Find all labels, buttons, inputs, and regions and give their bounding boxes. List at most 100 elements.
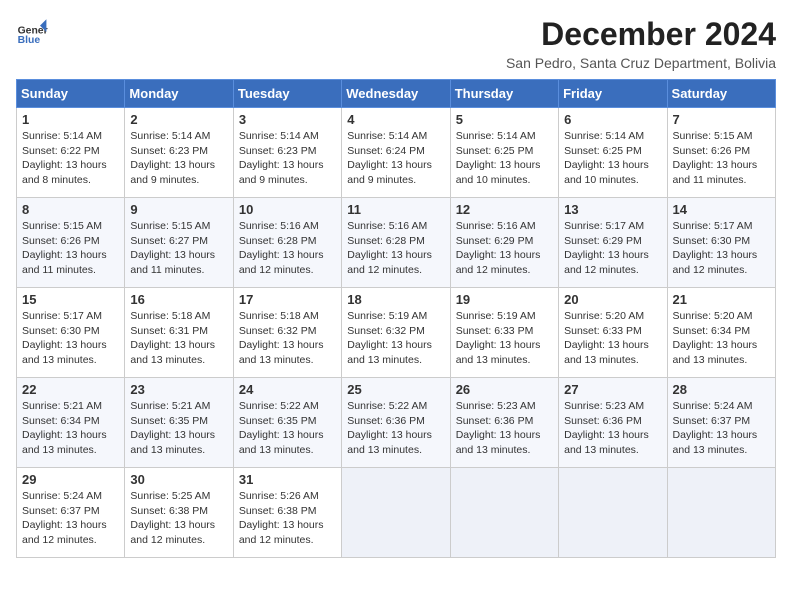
daylight-text: Daylight: 13 hours and 13 minutes. <box>347 339 432 366</box>
day-cell-1: 1 Sunrise: 5:14 AM Sunset: 6:22 PM Dayli… <box>17 108 125 198</box>
day-info: Sunrise: 5:19 AM Sunset: 6:33 PM Dayligh… <box>456 309 553 368</box>
day-info: Sunrise: 5:24 AM Sunset: 6:37 PM Dayligh… <box>22 489 119 548</box>
day-cell-25: 25 Sunrise: 5:22 AM Sunset: 6:36 PM Dayl… <box>342 378 450 468</box>
day-info: Sunrise: 5:20 AM Sunset: 6:34 PM Dayligh… <box>673 309 770 368</box>
day-number: 10 <box>239 202 336 217</box>
day-info: Sunrise: 5:21 AM Sunset: 6:34 PM Dayligh… <box>22 399 119 458</box>
sunset-text: Sunset: 6:24 PM <box>347 145 425 157</box>
daylight-text: Daylight: 13 hours and 13 minutes. <box>22 429 107 456</box>
day-cell-13: 13 Sunrise: 5:17 AM Sunset: 6:29 PM Dayl… <box>559 198 667 288</box>
sunrise-text: Sunrise: 5:22 AM <box>347 400 427 412</box>
day-info: Sunrise: 5:17 AM Sunset: 6:30 PM Dayligh… <box>22 309 119 368</box>
sunrise-text: Sunrise: 5:24 AM <box>673 400 753 412</box>
page-header: General Blue December 2024 San Pedro, Sa… <box>16 16 776 71</box>
sunset-text: Sunset: 6:25 PM <box>564 145 642 157</box>
sunrise-text: Sunrise: 5:20 AM <box>564 310 644 322</box>
day-number: 11 <box>347 202 444 217</box>
day-info: Sunrise: 5:14 AM Sunset: 6:23 PM Dayligh… <box>239 129 336 188</box>
week-row-4: 22 Sunrise: 5:21 AM Sunset: 6:34 PM Dayl… <box>17 378 776 468</box>
sunset-text: Sunset: 6:28 PM <box>347 235 425 247</box>
daylight-text: Daylight: 13 hours and 13 minutes. <box>673 339 758 366</box>
daylight-text: Daylight: 13 hours and 10 minutes. <box>456 159 541 186</box>
sunrise-text: Sunrise: 5:24 AM <box>22 490 102 502</box>
svg-text:Blue: Blue <box>18 35 41 46</box>
day-info: Sunrise: 5:17 AM Sunset: 6:29 PM Dayligh… <box>564 219 661 278</box>
day-cell-27: 27 Sunrise: 5:23 AM Sunset: 6:36 PM Dayl… <box>559 378 667 468</box>
day-info: Sunrise: 5:21 AM Sunset: 6:35 PM Dayligh… <box>130 399 227 458</box>
day-info: Sunrise: 5:23 AM Sunset: 6:36 PM Dayligh… <box>456 399 553 458</box>
day-cell-10: 10 Sunrise: 5:16 AM Sunset: 6:28 PM Dayl… <box>233 198 341 288</box>
daylight-text: Daylight: 13 hours and 12 minutes. <box>347 249 432 276</box>
day-info: Sunrise: 5:14 AM Sunset: 6:25 PM Dayligh… <box>564 129 661 188</box>
day-cell-17: 17 Sunrise: 5:18 AM Sunset: 6:32 PM Dayl… <box>233 288 341 378</box>
empty-cell <box>667 468 775 558</box>
day-number: 12 <box>456 202 553 217</box>
sunrise-text: Sunrise: 5:15 AM <box>673 130 753 142</box>
daylight-text: Daylight: 13 hours and 12 minutes. <box>456 249 541 276</box>
day-cell-30: 30 Sunrise: 5:25 AM Sunset: 6:38 PM Dayl… <box>125 468 233 558</box>
sunset-text: Sunset: 6:31 PM <box>130 325 208 337</box>
day-info: Sunrise: 5:20 AM Sunset: 6:33 PM Dayligh… <box>564 309 661 368</box>
day-cell-7: 7 Sunrise: 5:15 AM Sunset: 6:26 PM Dayli… <box>667 108 775 198</box>
daylight-text: Daylight: 13 hours and 13 minutes. <box>564 429 649 456</box>
sunrise-text: Sunrise: 5:14 AM <box>239 130 319 142</box>
sunrise-text: Sunrise: 5:18 AM <box>130 310 210 322</box>
sunrise-text: Sunrise: 5:14 AM <box>564 130 644 142</box>
column-header-sunday: Sunday <box>17 80 125 108</box>
daylight-text: Daylight: 13 hours and 12 minutes. <box>130 519 215 546</box>
sunset-text: Sunset: 6:33 PM <box>564 325 642 337</box>
day-number: 25 <box>347 382 444 397</box>
daylight-text: Daylight: 13 hours and 13 minutes. <box>673 429 758 456</box>
sunrise-text: Sunrise: 5:14 AM <box>22 130 102 142</box>
column-header-thursday: Thursday <box>450 80 558 108</box>
day-info: Sunrise: 5:19 AM Sunset: 6:32 PM Dayligh… <box>347 309 444 368</box>
sunrise-text: Sunrise: 5:21 AM <box>130 400 210 412</box>
day-cell-18: 18 Sunrise: 5:19 AM Sunset: 6:32 PM Dayl… <box>342 288 450 378</box>
sunset-text: Sunset: 6:32 PM <box>239 325 317 337</box>
daylight-text: Daylight: 13 hours and 13 minutes. <box>239 429 324 456</box>
column-header-tuesday: Tuesday <box>233 80 341 108</box>
week-row-3: 15 Sunrise: 5:17 AM Sunset: 6:30 PM Dayl… <box>17 288 776 378</box>
day-cell-22: 22 Sunrise: 5:21 AM Sunset: 6:34 PM Dayl… <box>17 378 125 468</box>
daylight-text: Daylight: 13 hours and 11 minutes. <box>22 249 107 276</box>
empty-cell <box>559 468 667 558</box>
day-cell-26: 26 Sunrise: 5:23 AM Sunset: 6:36 PM Dayl… <box>450 378 558 468</box>
day-info: Sunrise: 5:14 AM Sunset: 6:22 PM Dayligh… <box>22 129 119 188</box>
day-number: 4 <box>347 112 444 127</box>
day-cell-8: 8 Sunrise: 5:15 AM Sunset: 6:26 PM Dayli… <box>17 198 125 288</box>
calendar-table: SundayMondayTuesdayWednesdayThursdayFrid… <box>16 79 776 558</box>
column-header-wednesday: Wednesday <box>342 80 450 108</box>
day-info: Sunrise: 5:16 AM Sunset: 6:29 PM Dayligh… <box>456 219 553 278</box>
day-number: 28 <box>673 382 770 397</box>
daylight-text: Daylight: 13 hours and 11 minutes. <box>673 159 758 186</box>
sunset-text: Sunset: 6:33 PM <box>456 325 534 337</box>
week-row-1: 1 Sunrise: 5:14 AM Sunset: 6:22 PM Dayli… <box>17 108 776 198</box>
calendar-header-row: SundayMondayTuesdayWednesdayThursdayFrid… <box>17 80 776 108</box>
daylight-text: Daylight: 13 hours and 12 minutes. <box>564 249 649 276</box>
day-number: 29 <box>22 472 119 487</box>
sunrise-text: Sunrise: 5:17 AM <box>564 220 644 232</box>
day-info: Sunrise: 5:17 AM Sunset: 6:30 PM Dayligh… <box>673 219 770 278</box>
sunrise-text: Sunrise: 5:19 AM <box>347 310 427 322</box>
day-info: Sunrise: 5:23 AM Sunset: 6:36 PM Dayligh… <box>564 399 661 458</box>
day-number: 24 <box>239 382 336 397</box>
day-cell-14: 14 Sunrise: 5:17 AM Sunset: 6:30 PM Dayl… <box>667 198 775 288</box>
day-cell-15: 15 Sunrise: 5:17 AM Sunset: 6:30 PM Dayl… <box>17 288 125 378</box>
day-number: 14 <box>673 202 770 217</box>
sunset-text: Sunset: 6:26 PM <box>673 145 751 157</box>
daylight-text: Daylight: 13 hours and 13 minutes. <box>564 339 649 366</box>
day-info: Sunrise: 5:16 AM Sunset: 6:28 PM Dayligh… <box>347 219 444 278</box>
sunset-text: Sunset: 6:28 PM <box>239 235 317 247</box>
title-block: December 2024 San Pedro, Santa Cruz Depa… <box>506 16 776 71</box>
sunrise-text: Sunrise: 5:15 AM <box>22 220 102 232</box>
sunset-text: Sunset: 6:38 PM <box>130 505 208 517</box>
logo: General Blue <box>16 16 48 48</box>
sunset-text: Sunset: 6:23 PM <box>239 145 317 157</box>
day-number: 3 <box>239 112 336 127</box>
day-cell-9: 9 Sunrise: 5:15 AM Sunset: 6:27 PM Dayli… <box>125 198 233 288</box>
day-info: Sunrise: 5:18 AM Sunset: 6:32 PM Dayligh… <box>239 309 336 368</box>
sunset-text: Sunset: 6:36 PM <box>456 415 534 427</box>
sunrise-text: Sunrise: 5:25 AM <box>130 490 210 502</box>
day-info: Sunrise: 5:15 AM Sunset: 6:26 PM Dayligh… <box>673 129 770 188</box>
sunrise-text: Sunrise: 5:14 AM <box>347 130 427 142</box>
